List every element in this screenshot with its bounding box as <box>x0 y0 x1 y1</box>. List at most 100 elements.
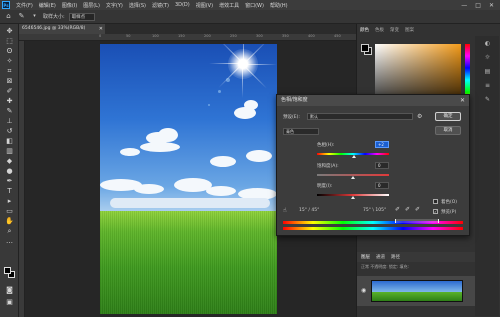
tab-patterns[interactable]: 图案 <box>405 27 414 36</box>
close-window-icon[interactable]: ✕ <box>489 2 494 9</box>
libraries-icon[interactable]: ▤ <box>483 68 492 77</box>
menu-type[interactable]: 文字(Y) <box>103 2 126 9</box>
frame-tool-icon[interactable]: ⊠ <box>4 77 15 86</box>
chevron-down-icon[interactable]: ▾ <box>30 12 39 21</box>
foreground-color-swatch[interactable] <box>4 267 11 274</box>
panel-icon-column: ◐ ☼ ▤ ≡ ✎ <box>475 36 499 316</box>
eraser-tool-icon[interactable]: ◧ <box>4 137 15 146</box>
maximize-icon[interactable]: □ <box>475 2 481 9</box>
sky-region <box>100 44 277 211</box>
screen-mode-icon[interactable]: ▣ <box>4 298 15 307</box>
layers-panel-tabs: 图层 通道 路径 <box>357 252 475 262</box>
hue-slider-thumb[interactable] <box>352 155 356 158</box>
dialog-titlebar[interactable]: 色相/饱和度 ✕ <box>277 95 469 106</box>
ruler-number: 250 <box>230 34 237 38</box>
zoom-tool-icon[interactable]: ⌕ <box>4 227 15 236</box>
menu-edit[interactable]: 编辑(E) <box>36 2 59 9</box>
menu-window[interactable]: 窗口(W) <box>242 2 267 9</box>
pen-tool-icon[interactable]: ✒ <box>4 177 15 186</box>
tab-channels[interactable]: 通道 <box>376 254 385 260</box>
menu-help[interactable]: 帮助(H) <box>267 2 291 9</box>
menu-layer[interactable]: 图层(L) <box>80 2 103 9</box>
horizontal-ruler: 0 50 100 150 200 250 300 350 400 450 <box>19 34 356 41</box>
tools-panel: ✥ ⬚ ʘ ✧ ⌗ ⊠ ✐ ✚ ✎ ⊥ ↺ ◧ ▥ ◆ ● ✒ T ▸ ▭ ✋ … <box>0 24 19 317</box>
marquee-tool-icon[interactable]: ⬚ <box>4 37 15 46</box>
ok-button[interactable]: 确定 <box>435 112 461 121</box>
range-right-readout: 75° \ 105° <box>363 208 387 213</box>
saturation-value-field[interactable]: 0 <box>375 162 389 169</box>
hue-value-field[interactable]: +2 <box>375 141 389 148</box>
cloud <box>244 100 258 110</box>
tab-color[interactable]: 颜色 <box>360 27 369 36</box>
history-brush-icon[interactable]: ↺ <box>4 127 15 136</box>
close-icon[interactable]: ✕ <box>99 24 103 34</box>
color-panel-icon[interactable]: ◐ <box>483 40 492 49</box>
color-range-selector[interactable] <box>395 219 439 223</box>
eyedropper-icon[interactable]: ✐ <box>4 87 15 96</box>
ruler-number: 150 <box>178 34 185 38</box>
hue-label: 色相(H): <box>317 143 335 148</box>
eyedropper-icon[interactable]: ✐ <box>395 206 400 213</box>
cancel-button[interactable]: 取消 <box>435 126 461 135</box>
path-select-icon[interactable]: ▸ <box>4 197 15 206</box>
cloud <box>110 198 270 208</box>
ruler-number: 200 <box>204 34 211 38</box>
quick-select-tool-icon[interactable]: ✧ <box>4 57 15 66</box>
menu-file[interactable]: 文件(F) <box>13 2 36 9</box>
document-tabs: 6546546.jpg @ 33%(RGB/8) ✕ <box>19 24 356 34</box>
lightness-slider-thumb[interactable] <box>351 196 355 199</box>
close-icon[interactable]: ✕ <box>460 95 465 106</box>
tab-paths[interactable]: 路径 <box>391 254 400 260</box>
menu-3d[interactable]: 3D(D) <box>172 2 193 8</box>
tab-swatches[interactable]: 色板 <box>375 27 384 36</box>
gradient-tool-icon[interactable]: ▥ <box>4 147 15 156</box>
lens-flare <box>218 90 221 93</box>
document-image[interactable] <box>100 44 277 314</box>
crop-tool-icon[interactable]: ⌗ <box>4 67 15 76</box>
quick-mask-icon[interactable]: ◙ <box>4 286 15 295</box>
lasso-tool-icon[interactable]: ʘ <box>4 47 15 56</box>
blur-tool-icon[interactable]: ◆ <box>4 157 15 166</box>
eyedropper-tool-icon[interactable]: ✎ <box>17 12 26 21</box>
healing-brush-icon[interactable]: ✚ <box>4 97 15 106</box>
menu-plugins[interactable]: 增效工具 <box>216 2 242 9</box>
preset-options-icon[interactable]: ⚙ <box>417 113 422 120</box>
preview-checkbox[interactable]: ✓ <box>433 209 438 214</box>
colorize-checkbox[interactable] <box>433 199 438 204</box>
sun <box>228 49 258 79</box>
hand-tool-icon[interactable]: ✋ <box>4 217 15 226</box>
menu-image[interactable]: 图像(I) <box>59 2 80 9</box>
eyedropper-minus-icon[interactable]: ✐ <box>415 206 420 213</box>
tab-gradients[interactable]: 渐变 <box>390 27 399 36</box>
tab-layers[interactable]: 图层 <box>361 254 370 260</box>
brush-settings-icon[interactable]: ✎ <box>483 96 492 105</box>
layer-thumbnail <box>371 280 463 302</box>
more-tools-icon[interactable]: … <box>4 237 15 246</box>
sample-size-select[interactable]: 取样点 <box>68 12 95 21</box>
move-tool-icon[interactable]: ✥ <box>4 27 15 36</box>
foreground-color-swatch[interactable] <box>361 44 369 52</box>
rectangle-tool-icon[interactable]: ▭ <box>4 207 15 216</box>
ruler-number: 0 <box>99 34 102 38</box>
dodge-tool-icon[interactable]: ● <box>4 167 15 176</box>
preview-label: 预览(P) <box>441 210 457 215</box>
preset-select[interactable]: 默认 <box>307 113 413 120</box>
saturation-slider-thumb[interactable] <box>351 176 355 179</box>
adjustments-icon[interactable]: ☼ <box>483 54 492 63</box>
menu-view[interactable]: 视图(V) <box>193 2 216 9</box>
channel-select[interactable]: 青色 <box>283 128 319 135</box>
menu-select[interactable]: 选择(S) <box>126 2 149 9</box>
clone-stamp-icon[interactable]: ⊥ <box>4 117 15 126</box>
hand-adjust-icon[interactable]: ☝ <box>283 207 287 214</box>
brush-tool-icon[interactable]: ✎ <box>4 107 15 116</box>
minimize-icon[interactable]: — <box>461 2 467 9</box>
home-icon[interactable]: ⌂ <box>4 12 13 21</box>
eye-icon[interactable]: ◉ <box>361 287 366 294</box>
type-tool-icon[interactable]: T <box>4 187 15 196</box>
properties-icon[interactable]: ≡ <box>483 82 492 91</box>
eyedropper-plus-icon[interactable]: ✐ <box>405 206 410 213</box>
layer-row[interactable]: ◉ <box>357 276 475 306</box>
lightness-value-field[interactable]: 0 <box>375 182 389 189</box>
document-tab[interactable]: 6546546.jpg @ 33%(RGB/8) ✕ <box>19 24 105 34</box>
menu-filter[interactable]: 滤镜(T) <box>149 2 172 9</box>
